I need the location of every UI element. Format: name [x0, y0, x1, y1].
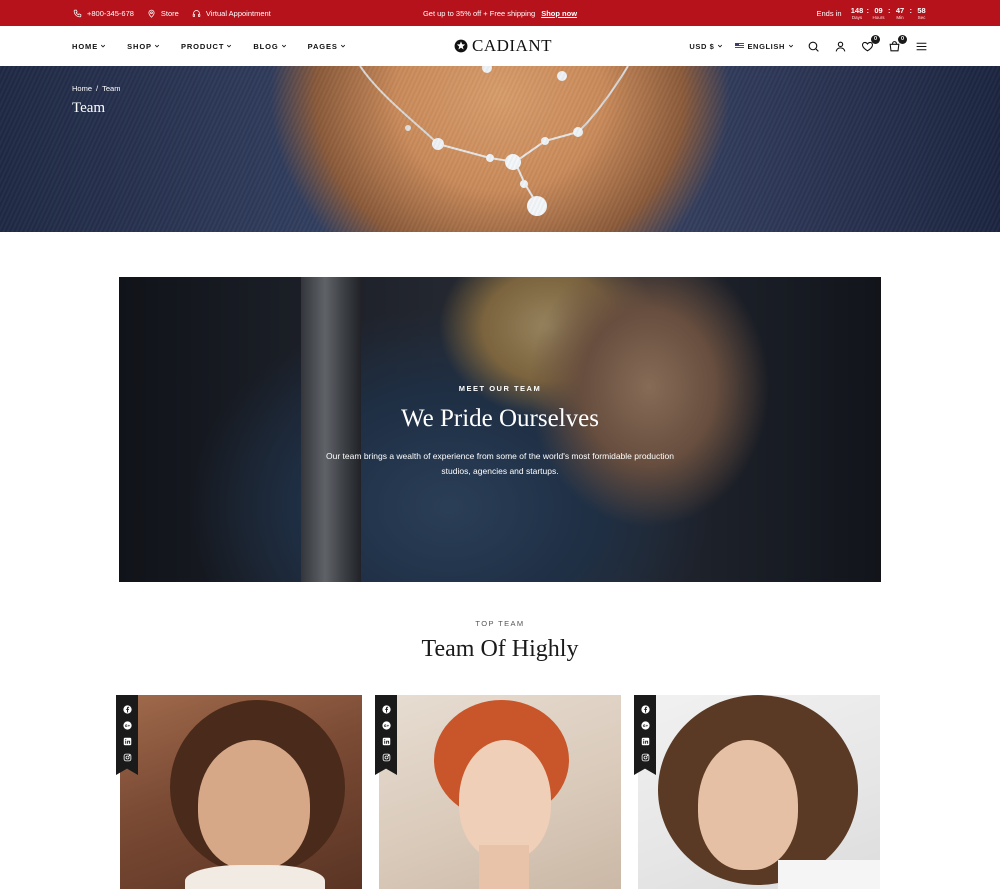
linkedin-icon[interactable]: [381, 736, 391, 746]
timer-minutes-label: Min: [896, 14, 904, 20]
announcement-bar: +800-345-678 Store Virtual Appointment G…: [0, 0, 1000, 26]
language-label: ENGLISH: [747, 41, 785, 51]
svg-text:G+: G+: [124, 723, 130, 727]
currency-label: USD $: [689, 41, 715, 51]
countdown-timer: 148 Days : 09 Hours : 47 Min : 58 Sec: [850, 5, 926, 20]
breadcrumb-current: Team: [102, 84, 121, 93]
team-member-social-bar: G+: [375, 695, 397, 775]
currency-selector[interactable]: USD $: [689, 42, 723, 51]
timer-hours: 09: [874, 5, 883, 15]
instagram-icon[interactable]: [640, 752, 650, 762]
team-section-eyebrow: TOP TEAM: [475, 619, 525, 628]
team-member-card[interactable]: [379, 695, 621, 889]
timer-minutes: 47: [895, 5, 905, 15]
svg-text:G+: G+: [642, 723, 648, 727]
timer-seconds: 58: [917, 5, 926, 15]
nav-blog-label: BLOG: [253, 41, 279, 51]
nav-home-label: HOME: [72, 41, 99, 51]
google-plus-icon[interactable]: G+: [640, 720, 650, 730]
banner-title: We Pride Ourselves: [401, 405, 599, 432]
chevron-down-icon: [101, 44, 106, 48]
hamburger-menu-icon: [916, 42, 927, 50]
cart-count-badge: 0: [898, 34, 907, 44]
wishlist-button[interactable]: 0: [860, 34, 880, 54]
timer-hours-label: Hours: [872, 14, 885, 20]
google-plus-icon[interactable]: G+: [122, 720, 132, 730]
chevron-down-icon: [281, 44, 286, 48]
chevron-down-icon: [340, 44, 345, 48]
nav-product-label: PRODUCT: [180, 41, 225, 51]
shop-now-link[interactable]: Shop now: [541, 9, 577, 18]
nav-blog[interactable]: BLOG: [253, 42, 286, 51]
logo-text: CADIANT: [472, 36, 552, 55]
google-plus-icon[interactable]: G+: [381, 720, 391, 730]
page-hero-banner: Home / Team Team: [0, 66, 1000, 232]
svg-text:G+: G+: [383, 723, 389, 727]
instagram-icon[interactable]: [122, 752, 132, 762]
logo-mark-icon: [454, 39, 468, 53]
breadcrumb-home-link[interactable]: Home: [72, 84, 92, 93]
user-icon: [835, 41, 846, 52]
nav-shop-label: SHOP: [127, 41, 152, 51]
banner-eyebrow: MEET OUR TEAM: [458, 384, 542, 393]
nav-home[interactable]: HOME: [72, 42, 106, 51]
page-title: Team: [72, 100, 106, 116]
wishlist-count-badge: 0: [871, 34, 880, 44]
chevron-down-icon: [227, 44, 232, 48]
timer-days-label: Days: [851, 14, 863, 20]
account-button[interactable]: [833, 39, 848, 54]
linkedin-icon[interactable]: [640, 736, 650, 746]
nav-pages-label: PAGES: [307, 41, 338, 51]
breadcrumb: Home / Team: [72, 84, 120, 93]
necklace-image: [359, 66, 629, 216]
language-selector[interactable]: ENGLISH: [735, 42, 794, 51]
chevron-down-icon: [788, 44, 794, 48]
team-member-social-bar: G+: [634, 695, 656, 775]
search-icon: [808, 41, 819, 52]
facebook-icon[interactable]: [122, 704, 132, 714]
banner-description: Our team brings a wealth of experience f…: [326, 451, 674, 476]
nav-shop[interactable]: SHOP: [127, 42, 160, 51]
breadcrumb-separator: /: [96, 84, 99, 93]
chevron-down-icon: [154, 44, 160, 48]
timer-days: 148: [850, 5, 864, 15]
chevron-down-icon: [718, 44, 723, 48]
instagram-icon[interactable]: [381, 752, 391, 762]
team-member-social-bar: G+: [116, 695, 138, 775]
linkedin-icon[interactable]: [122, 736, 132, 746]
menu-button[interactable]: [914, 39, 929, 54]
cart-button[interactable]: 0: [887, 34, 907, 54]
team-member-card[interactable]: [120, 695, 362, 889]
team-section-title: Team Of Highly: [421, 636, 579, 662]
meet-team-banner: MEET OUR TEAM We Pride Ourselves Our tea…: [119, 277, 881, 582]
nav-product[interactable]: PRODUCT: [181, 42, 232, 51]
site-logo[interactable]: CADIANT: [454, 26, 552, 66]
facebook-icon[interactable]: [381, 704, 391, 714]
timer-seconds-label: Sec: [917, 14, 926, 20]
promo-text: Get up to 35% off + Free shipping: [422, 8, 536, 18]
site-header: HOME SHOP PRODUCT BLOG PAGES CADIANT USD…: [0, 26, 1000, 66]
countdown-label: Ends in: [816, 8, 842, 18]
team-member-card[interactable]: [638, 695, 880, 889]
us-flag-icon: [735, 43, 745, 49]
main-nav: HOME SHOP PRODUCT BLOG PAGES: [72, 26, 346, 66]
facebook-icon[interactable]: [640, 704, 650, 714]
search-button[interactable]: [806, 39, 821, 54]
nav-pages[interactable]: PAGES: [308, 42, 346, 51]
